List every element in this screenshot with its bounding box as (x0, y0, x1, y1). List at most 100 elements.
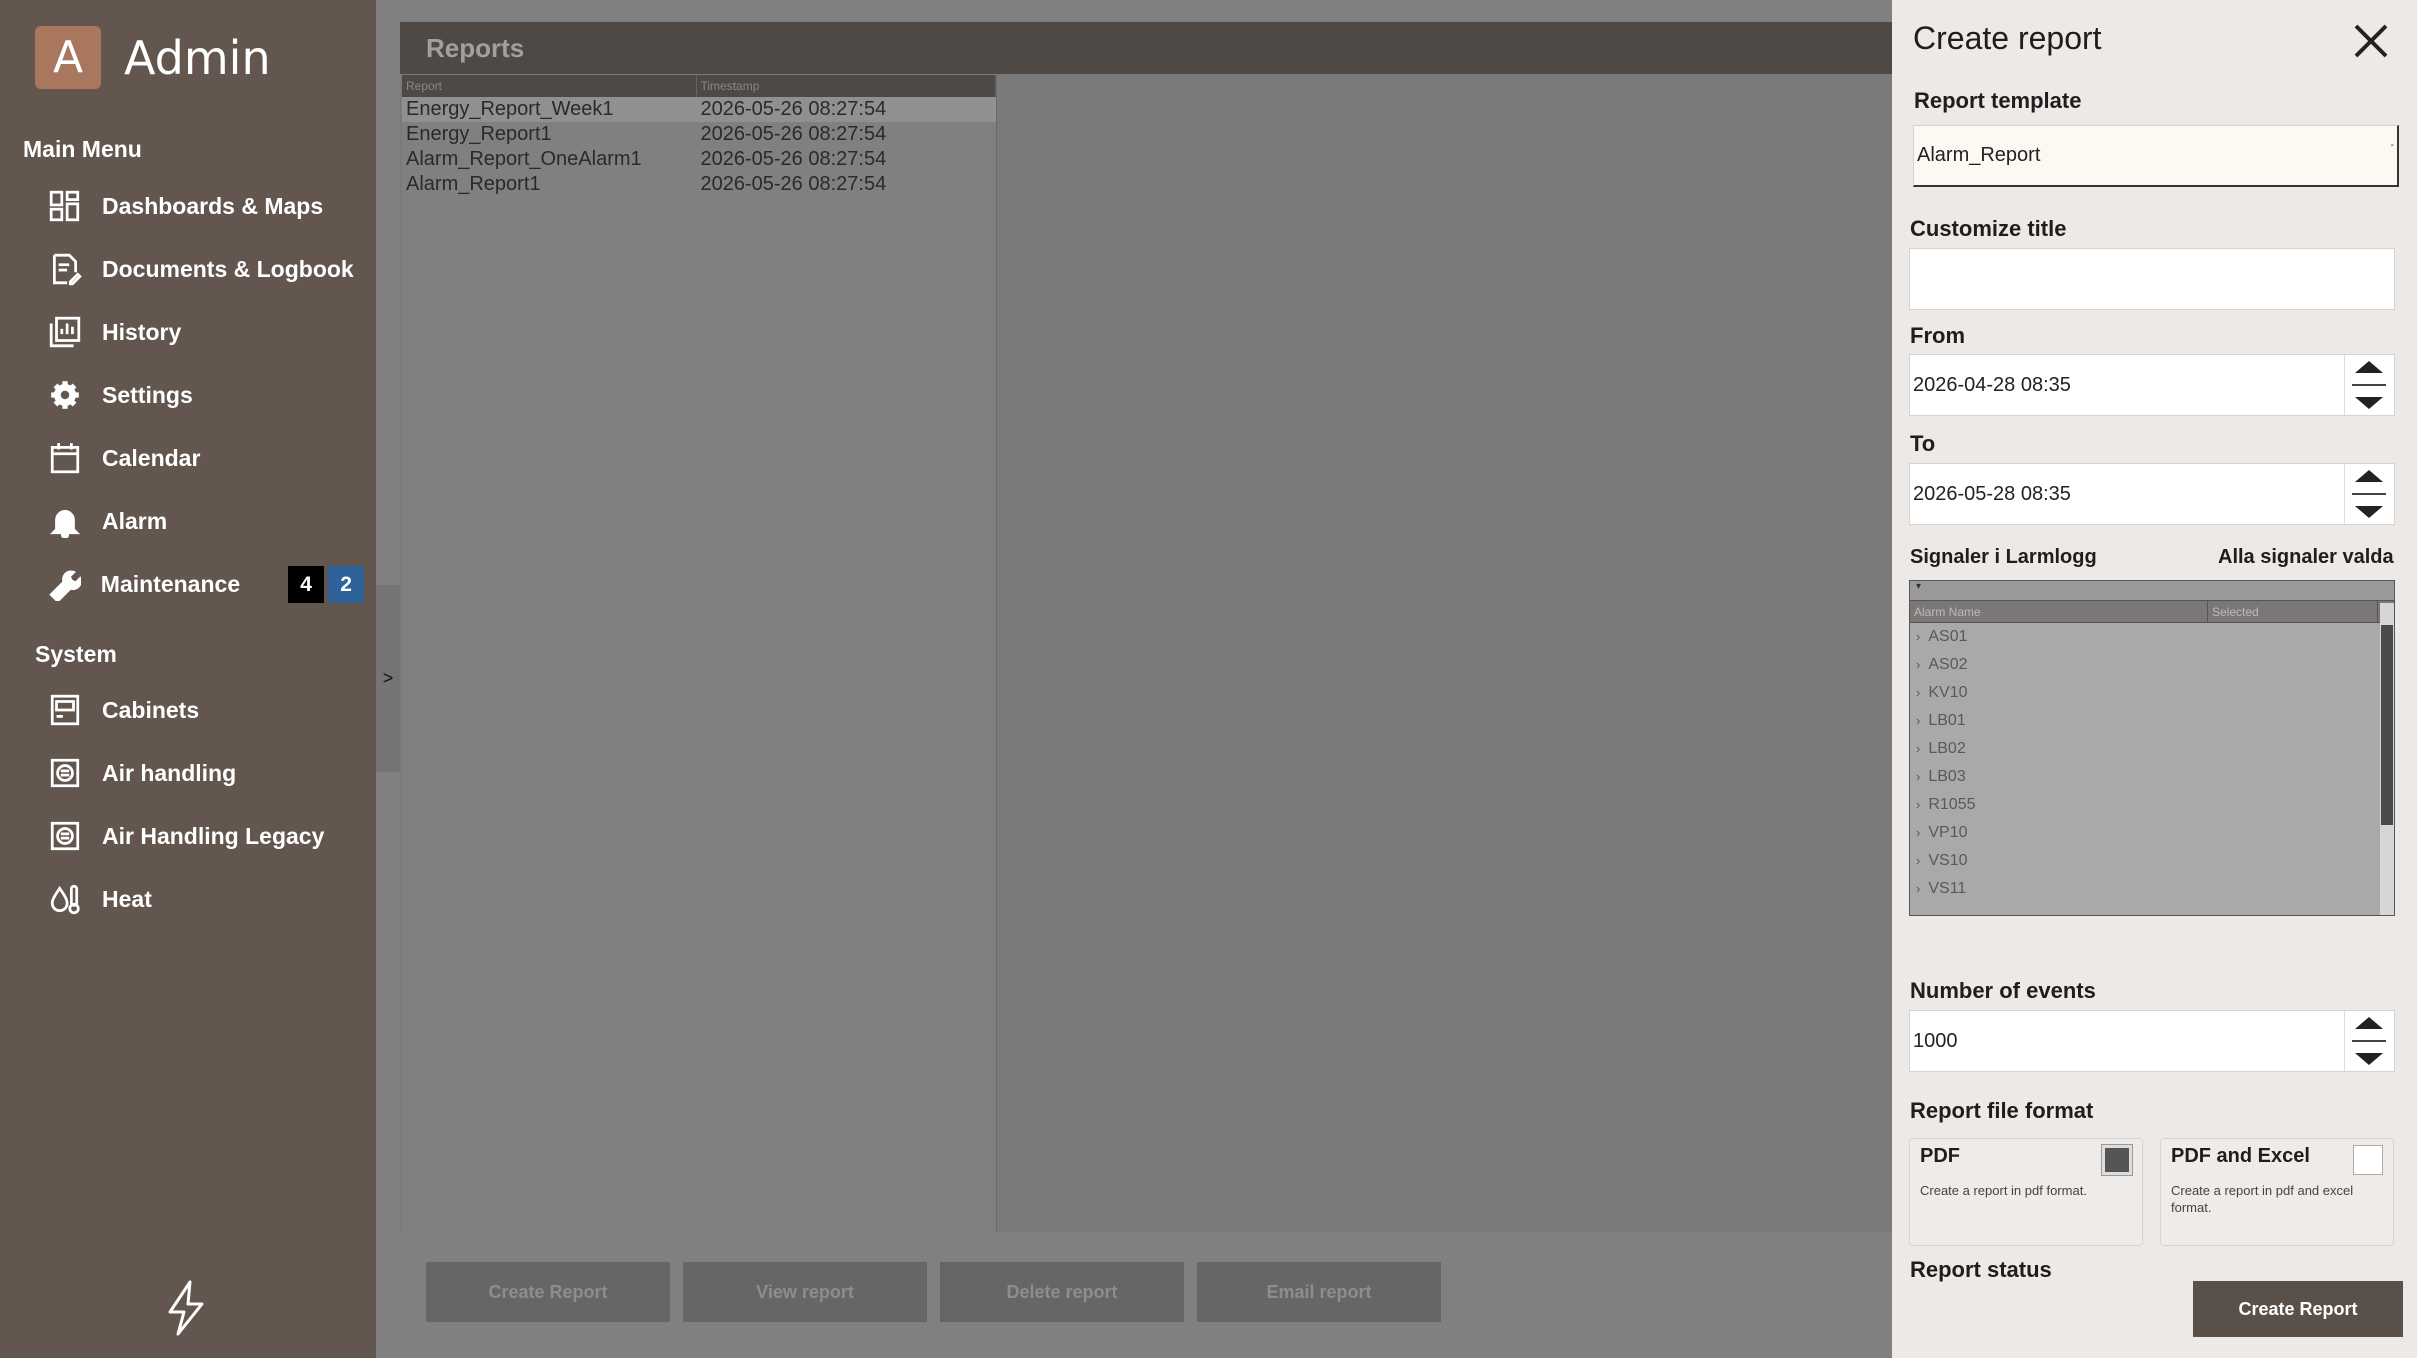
bell-icon (44, 500, 86, 542)
signals-label: Signaler i Larmlogg (1910, 546, 2097, 568)
from-increment-button[interactable] (2354, 360, 2383, 373)
report-template-select[interactable]: Alarm_Report - (1913, 125, 2399, 187)
signal-row[interactable]: › R1055 (1910, 791, 2394, 819)
sidebar-item-label: Calendar (102, 444, 201, 471)
air-handling-icon (44, 752, 86, 794)
chevron-right-icon[interactable]: › (1916, 657, 1920, 672)
gear-icon (44, 374, 86, 416)
from-date-input[interactable]: 2026-04-28 08:35 (1909, 354, 2395, 416)
sidebar-item-dashboards[interactable]: Dashboards & Maps (44, 178, 364, 234)
signal-name: LB02 (1928, 740, 1966, 757)
to-date-input[interactable]: 2026-05-28 08:35 (1909, 463, 2395, 525)
number-of-events-input[interactable]: 1000 (1909, 1010, 2395, 1072)
system-title: System (35, 641, 117, 667)
stepper-divider (2351, 1039, 2386, 1042)
signal-name: LB01 (1928, 712, 1966, 729)
to-decrement-button[interactable] (2354, 506, 2383, 519)
chevron-right-icon[interactable]: › (1916, 853, 1920, 868)
chevron-right-icon[interactable]: › (1916, 881, 1920, 896)
signal-row[interactable]: › LB03 (1910, 763, 2394, 791)
report-timestamp: 2026-05-26 08:27:54 (700, 123, 887, 145)
events-increment-button[interactable] (2354, 1016, 2383, 1029)
sidebar-item-settings[interactable]: Settings (44, 367, 364, 423)
signal-row[interactable]: › LB01 (1910, 707, 2394, 735)
to-date-value: 2026-05-28 08:35 (1913, 482, 2071, 505)
table-header: Report Timestamp (402, 75, 996, 97)
sidebar-collapse-toggle[interactable]: > (376, 585, 400, 772)
signal-name: AS01 (1928, 628, 1968, 645)
signal-row[interactable]: › KV10 (1910, 679, 2394, 707)
number-of-events-label: Number of events (1910, 978, 2096, 1003)
signal-row[interactable]: › LB02 (1910, 735, 2394, 763)
chevron-right-icon[interactable]: › (1916, 741, 1920, 756)
delete-report-button[interactable]: Delete report (940, 1262, 1184, 1322)
sidebar-item-cabinets[interactable]: Cabinets (44, 682, 364, 738)
sidebar-item-label: Settings (102, 381, 193, 408)
report-name: Energy_Report1 (406, 123, 552, 145)
signals-scrollbar-thumb[interactable] (2381, 625, 2393, 825)
from-date-value: 2026-04-28 08:35 (1913, 373, 2071, 396)
chevron-right-icon[interactable]: › (1916, 713, 1920, 728)
chevron-right-icon[interactable]: › (1916, 825, 1920, 840)
to-stepper (2344, 464, 2392, 524)
report-timestamp: 2026-05-26 08:27:54 (700, 98, 887, 120)
column-header-report[interactable]: Report (402, 75, 697, 97)
sidebar-item-history[interactable]: History (44, 304, 364, 360)
signal-row[interactable]: › AS01 (1910, 623, 2394, 651)
chevron-right-icon[interactable]: › (1916, 629, 1920, 644)
create-report-button[interactable]: Create Report (426, 1262, 670, 1322)
dashboard-icon (44, 185, 86, 227)
from-decrement-button[interactable] (2354, 397, 2383, 410)
sidebar-item-label: Air Handling Legacy (102, 822, 325, 849)
signal-row[interactable]: › VS11 (1910, 875, 2394, 903)
to-increment-button[interactable] (2354, 469, 2383, 482)
sidebar-item-maintenance[interactable]: Maintenance 4 2 (44, 556, 364, 612)
table-row[interactable]: Energy_Report_Week1 2026-05-26 08:27:54 (402, 97, 996, 122)
create-report-submit-button[interactable]: Create Report (2193, 1281, 2403, 1337)
table-row[interactable]: Alarm_Report_OneAlarm1 2026-05-26 08:27:… (402, 147, 996, 172)
email-report-button[interactable]: Email report (1197, 1262, 1441, 1322)
column-header-alarm-name[interactable]: Alarm Name (1910, 601, 2208, 622)
format-option-pdf[interactable]: PDF Create a report in pdf format. (1909, 1138, 2143, 1246)
chevron-right-icon[interactable]: › (1916, 685, 1920, 700)
chevron-right-icon[interactable]: › (1916, 769, 1920, 784)
sidebar-item-label: Cabinets (102, 696, 200, 723)
sidebar-item-heat[interactable]: Heat (44, 871, 364, 927)
table-row[interactable]: Energy_Report1 2026-05-26 08:27:54 (402, 122, 996, 147)
signal-row[interactable]: › VP10 (1910, 819, 2394, 847)
signal-name: R1055 (1928, 796, 1976, 813)
chevron-right-icon[interactable]: › (1916, 797, 1920, 812)
column-header-timestamp[interactable]: Timestamp (697, 75, 996, 97)
sidebar-item-label: Air handling (102, 759, 237, 786)
column-header-selected[interactable]: Selected (2208, 601, 2378, 622)
table-row[interactable]: Alarm_Report1 2026-05-26 08:27:54 (402, 172, 996, 197)
number-of-events-value: 1000 (1913, 1029, 1958, 1052)
events-decrement-button[interactable] (2354, 1053, 2383, 1066)
sidebar-item-alarm[interactable]: Alarm (44, 493, 364, 549)
signal-row[interactable]: › VS10 (1910, 847, 2394, 875)
signals-status: Alla signaler valda (2218, 546, 2394, 568)
sidebar-item-air-handling-legacy[interactable]: Air Handling Legacy (44, 808, 364, 864)
maintenance-badge-count-secondary: 2 (328, 565, 364, 603)
cabinet-icon (44, 689, 86, 731)
sidebar-item-air-handling[interactable]: Air handling (44, 745, 364, 801)
pdf-excel-checkbox[interactable] (2353, 1145, 2383, 1175)
reports-button-bar: Create Report View report Delete report … (400, 1232, 1892, 1334)
drawer-title: Create report (1913, 20, 2102, 56)
sidebar-item-calendar[interactable]: Calendar (44, 430, 364, 486)
customize-title-input[interactable] (1909, 248, 2395, 310)
signal-row[interactable]: › AS02 (1910, 651, 2394, 679)
app-logo: A (35, 26, 101, 89)
stepper-divider (2351, 492, 2386, 495)
format-option-pdf-excel[interactable]: PDF and Excel Create a report in pdf and… (2160, 1138, 2394, 1246)
reports-panel: Reports Report Timestamp Energy_Report_W… (400, 22, 1892, 1334)
main-menu-title: Main Menu (23, 136, 142, 162)
sidebar-item-documents[interactable]: Documents & Logbook (44, 241, 364, 297)
pdf-checkbox[interactable] (2102, 1145, 2132, 1175)
close-icon[interactable] (2350, 20, 2392, 62)
view-report-button[interactable]: View report (683, 1262, 927, 1322)
sidebar-item-label: Documents & Logbook (102, 255, 354, 282)
maintenance-badge-count: 4 (288, 565, 325, 603)
signals-table-header: Alarm Name Selected (1910, 601, 2394, 623)
signals-filter-dropdown[interactable]: ▾ (1910, 581, 2394, 601)
